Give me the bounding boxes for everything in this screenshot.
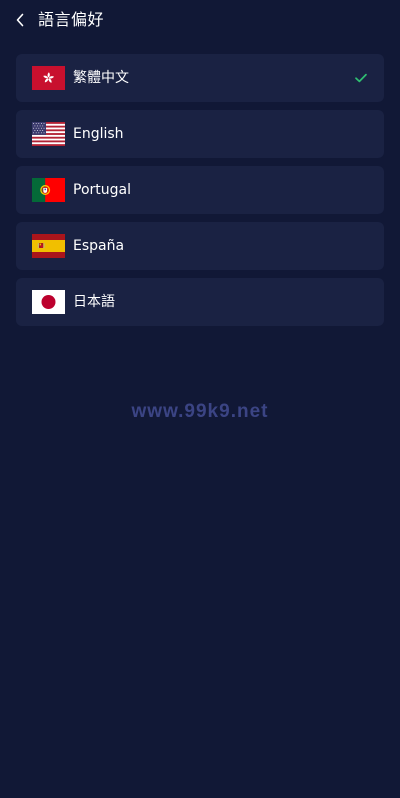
language-label: España xyxy=(73,238,125,254)
language-label: English xyxy=(73,126,124,142)
header-bar: 語言偏好 xyxy=(0,0,400,40)
check-icon xyxy=(355,73,367,83)
us-flag-icon xyxy=(32,122,65,146)
language-label: Portugal xyxy=(73,182,131,198)
language-item-japanese[interactable]: 日本語 xyxy=(16,278,384,326)
language-item-traditional-chinese[interactable]: 繁體中文 xyxy=(16,54,384,102)
language-label: 繁體中文 xyxy=(73,70,129,86)
language-item-portugal[interactable]: Portugal xyxy=(16,166,384,214)
watermark-text: www.99k9.net xyxy=(131,401,269,422)
language-item-english[interactable]: English xyxy=(16,110,384,158)
spain-flag-icon xyxy=(32,234,65,258)
hong-kong-flag-icon xyxy=(32,66,65,90)
back-button[interactable] xyxy=(11,9,29,31)
language-label: 日本語 xyxy=(73,294,115,310)
language-item-spain[interactable]: España xyxy=(16,222,384,270)
japan-flag-icon xyxy=(32,290,65,314)
chevron-left-icon xyxy=(16,13,24,27)
page-title: 語言偏好 xyxy=(38,10,105,29)
language-list: 繁體中文 English Portugal España 日本語 xyxy=(16,54,384,334)
portugal-flag-icon xyxy=(32,178,65,202)
